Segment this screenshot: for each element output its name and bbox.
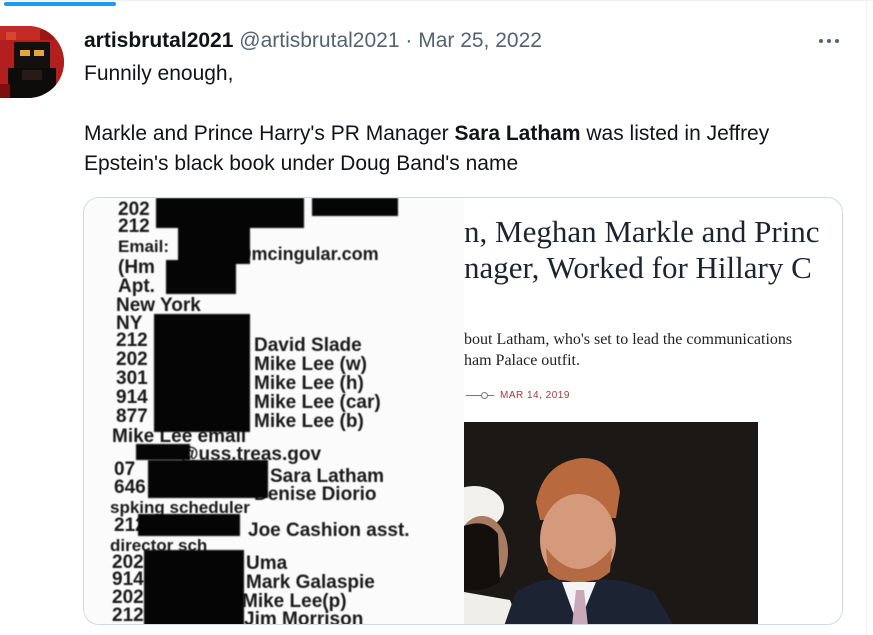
redaction-bar [156,198,304,228]
ledger-line: 914 [116,387,148,408]
ledger-line: 212 [118,216,150,237]
avatar[interactable] [0,26,64,98]
redaction-bar [148,460,268,498]
ledger-line: Mike Lee (h) [254,373,364,394]
ledger-line: 212 [112,605,144,625]
tweet-text-line-2: Markle and Prince Harry's PR Manager Sar… [84,121,769,147]
article-screenshot-image[interactable]: n, Meghan Markle and Princ nager, Worked… [464,198,842,624]
timeline-right-border [866,0,867,635]
redaction-bar [138,514,240,536]
article-photo [464,422,758,624]
redaction-bar [166,260,236,294]
ledger-line: Mike Lee (car) [254,392,381,413]
ledger-line: 646 [114,477,146,498]
ledger-line: Mike Lee (w) [254,354,367,375]
tweet-media-card[interactable]: 202 212 Email: @mcingular.com (Hm Apt. N… [83,197,843,625]
tweet-text-line-1: Funnily enough, [84,62,234,85]
tweet-text-segment: was listed in Jeffrey [580,122,770,145]
tweet-text-line-3: Epstein's black book under Doug Band's n… [84,152,519,175]
meta-separator: · [405,29,413,52]
loading-progress-bar [4,2,116,6]
ledger-line: Joe Cashion asst. [248,520,410,541]
display-name[interactable]: artisbrutal2021 [84,29,233,52]
ledger-line: 202 [116,349,148,370]
ledger-line: 877 [116,406,148,427]
tweet-text-bold-name: Sara Latham [454,122,581,145]
dateline-ornament [466,392,494,399]
tweet-date[interactable]: Mar 25, 2022 [418,29,542,52]
article-lede-line-2: ham Palace outfit. [464,352,580,369]
ledger-line: Uma [246,553,288,574]
article-dateline: MAR 14, 2019 [466,390,570,401]
ledger-line: Mark Galaspie [246,572,375,593]
tweet-header: artisbrutal2021 @artisbrutal2021 · Mar 2… [84,28,542,54]
ledger-line: David Slade [254,335,362,356]
redaction-bar [312,198,398,216]
redaction-bar [136,444,190,460]
royal-couple-photo [464,422,758,624]
more-button[interactable] [814,28,844,54]
ledger-line: Email: [118,237,170,256]
redaction-bar [144,550,244,624]
article-date: MAR 14, 2019 [500,390,570,401]
top-divider [0,0,873,1]
article-headline-line-2: nager, Worked for Hillary C [464,250,812,285]
ledger-line: 212 [116,330,148,351]
article-lede-line-1: bout Latham, who's set to lead the commu… [464,331,793,348]
redaction-bar [178,226,250,264]
tweet-text-segment: Markle and Prince Harry's PR Manager [84,122,455,145]
ledger-line: (Hm [118,257,155,278]
black-book-scan-image[interactable]: 202 212 Email: @mcingular.com (Hm Apt. N… [84,198,464,625]
ledger-line: Mike Lee (b) [254,411,364,432]
article-headline-line-1: n, Meghan Markle and Princ [464,214,820,249]
ledger-line: Denise Diorio [254,484,377,505]
redaction-bar [154,314,250,432]
ledger-line: 301 [116,368,148,389]
ledger-line: @mcingular.com [234,244,379,264]
ledger-line: Jim Morrison [244,609,364,625]
ledger-line: Apt. [118,276,155,297]
user-handle[interactable]: @artisbrutal2021 [239,29,399,52]
avatar-image [0,26,64,98]
more-horizontal-icon [819,39,839,43]
